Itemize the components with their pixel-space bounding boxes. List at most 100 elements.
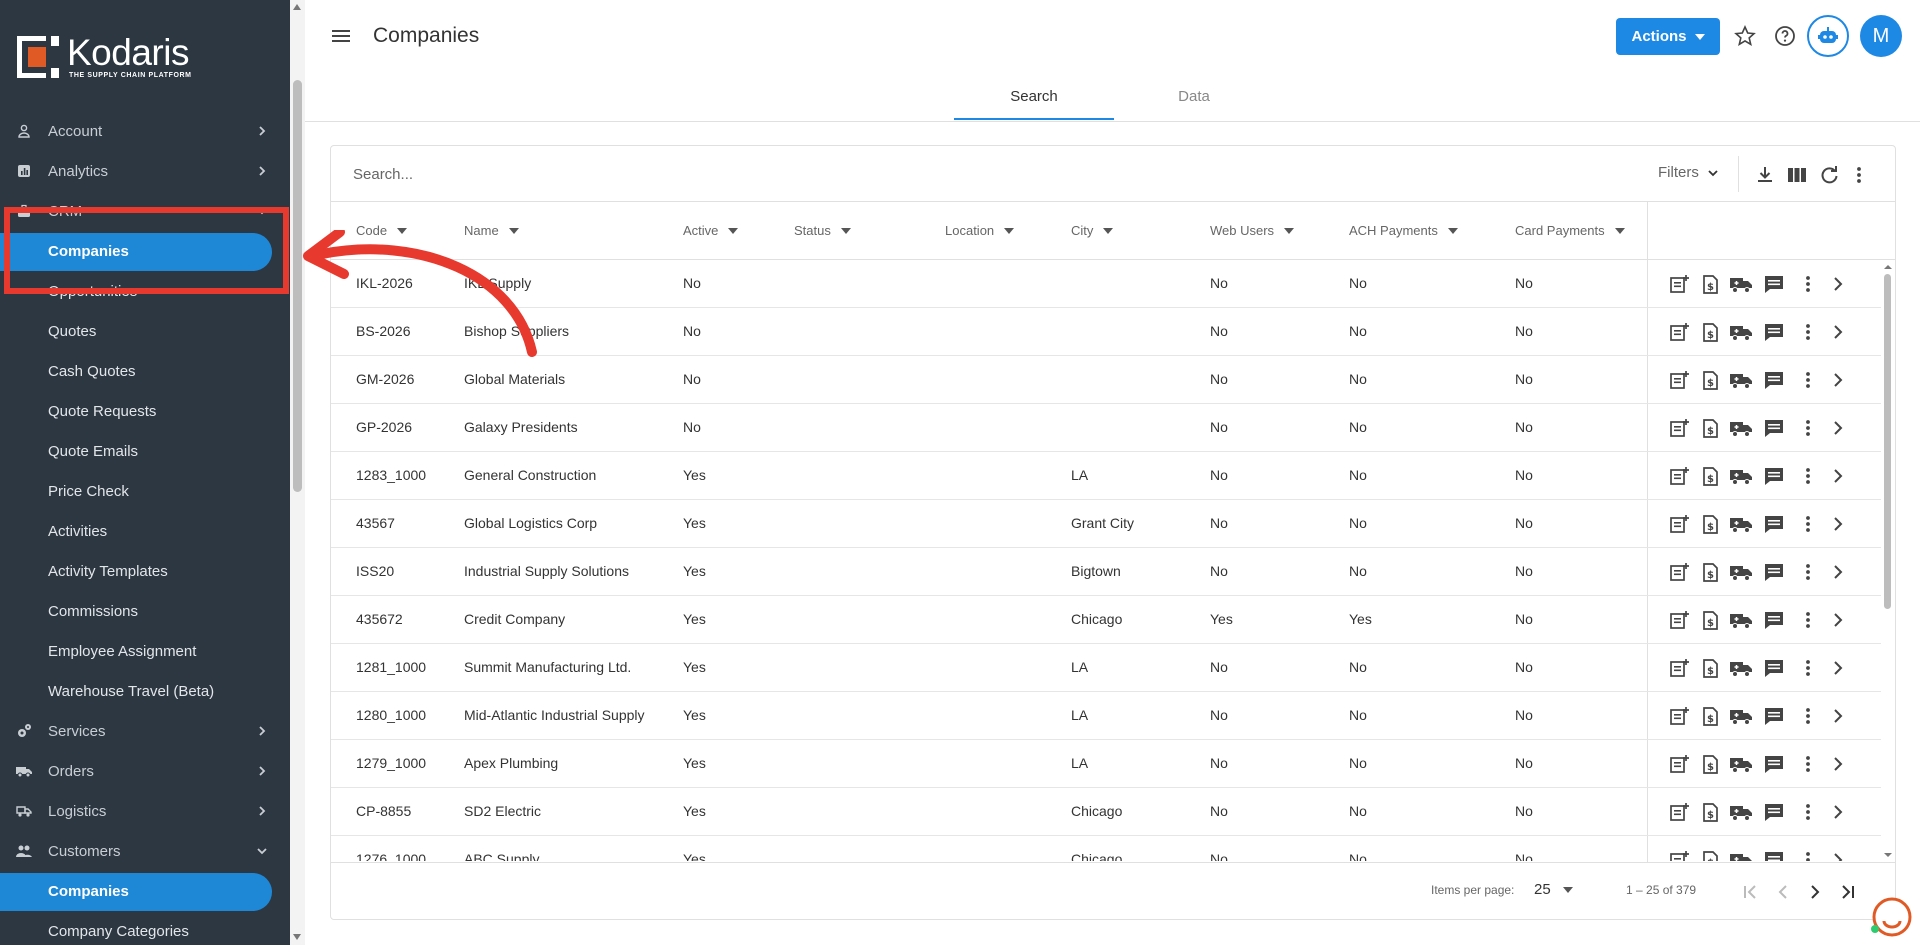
table-scrollbar[interactable]	[1881, 260, 1895, 861]
shipping-truck-icon[interactable]	[1729, 561, 1752, 583]
sidebar-item-price-check[interactable]: Price Check	[0, 471, 290, 511]
chat-support-icon[interactable]	[1868, 895, 1912, 939]
chevron-right-icon[interactable]	[1827, 465, 1849, 487]
more-vert-icon[interactable]	[1797, 657, 1819, 679]
sidebar-item-quote-requests[interactable]: Quote Requests	[0, 391, 290, 431]
add-note-icon[interactable]	[1668, 657, 1690, 679]
quote-doc-icon[interactable]: $	[1699, 417, 1721, 439]
chevron-right-icon[interactable]	[1827, 609, 1849, 631]
more-vert-icon[interactable]	[1797, 369, 1819, 391]
table-scrollbar-thumb[interactable]	[1884, 274, 1891, 609]
column-header-card-payments[interactable]: Card Payments	[1515, 223, 1625, 238]
shipping-truck-icon[interactable]	[1729, 369, 1752, 391]
comment-icon[interactable]	[1763, 369, 1785, 391]
quote-doc-icon[interactable]: $	[1699, 369, 1721, 391]
comment-icon[interactable]	[1763, 801, 1785, 823]
sidebar-item-logistics[interactable]: Logistics	[0, 791, 290, 831]
sidebar-item-quotes[interactable]: Quotes	[0, 311, 290, 351]
sidebar-item-companies[interactable]: Companies	[0, 871, 290, 911]
refresh-icon[interactable]	[1818, 164, 1840, 186]
comment-icon[interactable]	[1763, 849, 1785, 861]
chevron-right-icon[interactable]	[1827, 849, 1849, 861]
shipping-truck-icon[interactable]	[1729, 801, 1752, 823]
kodaris-logo[interactable]: Kodaris THE SUPPLY CHAIN PLATFORM	[17, 34, 192, 80]
table-row[interactable]: 1281_1000 Summit Manufacturing Ltd. Yes LA N…	[331, 644, 1881, 692]
comment-icon[interactable]	[1763, 273, 1785, 295]
add-note-icon[interactable]	[1668, 465, 1690, 487]
shipping-truck-icon[interactable]	[1729, 273, 1752, 295]
help-icon[interactable]	[1773, 24, 1797, 48]
quote-doc-icon[interactable]: $	[1699, 465, 1721, 487]
add-note-icon[interactable]	[1668, 801, 1690, 823]
quote-doc-icon[interactable]: $	[1699, 273, 1721, 295]
comment-icon[interactable]	[1763, 657, 1785, 679]
sidebar-item-quote-emails[interactable]: Quote Emails	[0, 431, 290, 471]
quote-doc-icon[interactable]: $	[1699, 705, 1721, 727]
shipping-truck-icon[interactable]	[1729, 705, 1752, 727]
chevron-right-icon[interactable]	[1827, 369, 1849, 391]
sidebar-item-employee-assignment[interactable]: Employee Assignment	[0, 631, 290, 671]
table-row[interactable]: GP-2026 Galaxy Presidents No No No No $	[331, 404, 1881, 452]
search-input[interactable]	[353, 160, 953, 188]
more-vert-icon[interactable]	[1797, 417, 1819, 439]
assistant-bot-button[interactable]	[1807, 15, 1849, 57]
columns-icon[interactable]	[1786, 164, 1808, 186]
previous-page-icon[interactable]	[1771, 880, 1795, 904]
actions-button[interactable]: Actions	[1616, 18, 1720, 55]
chevron-right-icon[interactable]	[1827, 513, 1849, 535]
comment-icon[interactable]	[1763, 561, 1785, 583]
more-vert-icon[interactable]	[1797, 561, 1819, 583]
table-row[interactable]: ISS20 Industrial Supply Solutions Yes Bigto…	[331, 548, 1881, 596]
table-row[interactable]: BS-2026 Bishop Suppliers No No No No $	[331, 308, 1881, 356]
filters-dropdown[interactable]: Filters	[1658, 164, 1719, 181]
quote-doc-icon[interactable]: $	[1699, 513, 1721, 535]
comment-icon[interactable]	[1763, 417, 1785, 439]
sidebar-item-account[interactable]: Account	[0, 111, 290, 151]
more-vert-icon[interactable]	[1797, 513, 1819, 535]
sidebar-item-activity-templates[interactable]: Activity Templates	[0, 551, 290, 591]
sidebar-scrollbar[interactable]	[290, 0, 305, 945]
sidebar-item-services[interactable]: Services	[0, 711, 290, 751]
comment-icon[interactable]	[1763, 465, 1785, 487]
column-header-location[interactable]: Location	[945, 223, 1015, 238]
chevron-right-icon[interactable]	[1827, 321, 1849, 343]
next-page-icon[interactable]	[1803, 880, 1827, 904]
sidebar-item-company-categories[interactable]: Company Categories	[0, 911, 290, 945]
quote-doc-icon[interactable]: $	[1699, 753, 1721, 775]
tab-data[interactable]: Data	[1114, 72, 1274, 120]
quote-doc-icon[interactable]: $	[1699, 849, 1721, 861]
more-vert-icon[interactable]	[1797, 849, 1819, 861]
sidebar-item-commissions[interactable]: Commissions	[0, 591, 290, 631]
column-header-ach-payments[interactable]: ACH Payments	[1349, 223, 1458, 238]
quote-doc-icon[interactable]: $	[1699, 801, 1721, 823]
shipping-truck-icon[interactable]	[1729, 465, 1752, 487]
column-header-web-users[interactable]: Web Users	[1210, 223, 1295, 238]
items-per-page-select[interactable]: 25	[1534, 881, 1573, 898]
add-note-icon[interactable]	[1668, 561, 1690, 583]
add-note-icon[interactable]	[1668, 273, 1690, 295]
chevron-right-icon[interactable]	[1827, 753, 1849, 775]
table-row[interactable]: 1283_1000 General Construction Yes LA No No No…	[331, 452, 1881, 500]
quote-doc-icon[interactable]: $	[1699, 657, 1721, 679]
more-vert-icon[interactable]	[1797, 801, 1819, 823]
user-avatar[interactable]: M	[1860, 15, 1902, 57]
sidebar-item-activities[interactable]: Activities	[0, 511, 290, 551]
table-row[interactable]: GM-2026 Global Materials No No No No $	[331, 356, 1881, 404]
comment-icon[interactable]	[1763, 321, 1785, 343]
more-vert-icon[interactable]	[1848, 164, 1870, 186]
column-header-active[interactable]: Active	[683, 223, 739, 238]
more-vert-icon[interactable]	[1797, 609, 1819, 631]
more-vert-icon[interactable]	[1797, 753, 1819, 775]
comment-icon[interactable]	[1763, 705, 1785, 727]
add-note-icon[interactable]	[1668, 753, 1690, 775]
tab-search[interactable]: Search	[954, 72, 1114, 120]
quote-doc-icon[interactable]: $	[1699, 609, 1721, 631]
scroll-down-arrow[interactable]	[293, 934, 301, 940]
shipping-truck-icon[interactable]	[1729, 417, 1752, 439]
chevron-right-icon[interactable]	[1827, 417, 1849, 439]
add-note-icon[interactable]	[1668, 321, 1690, 343]
chevron-right-icon[interactable]	[1827, 705, 1849, 727]
sidebar-item-customers[interactable]: Customers	[0, 831, 290, 871]
column-header-city[interactable]: City	[1071, 223, 1114, 238]
add-note-icon[interactable]	[1668, 609, 1690, 631]
